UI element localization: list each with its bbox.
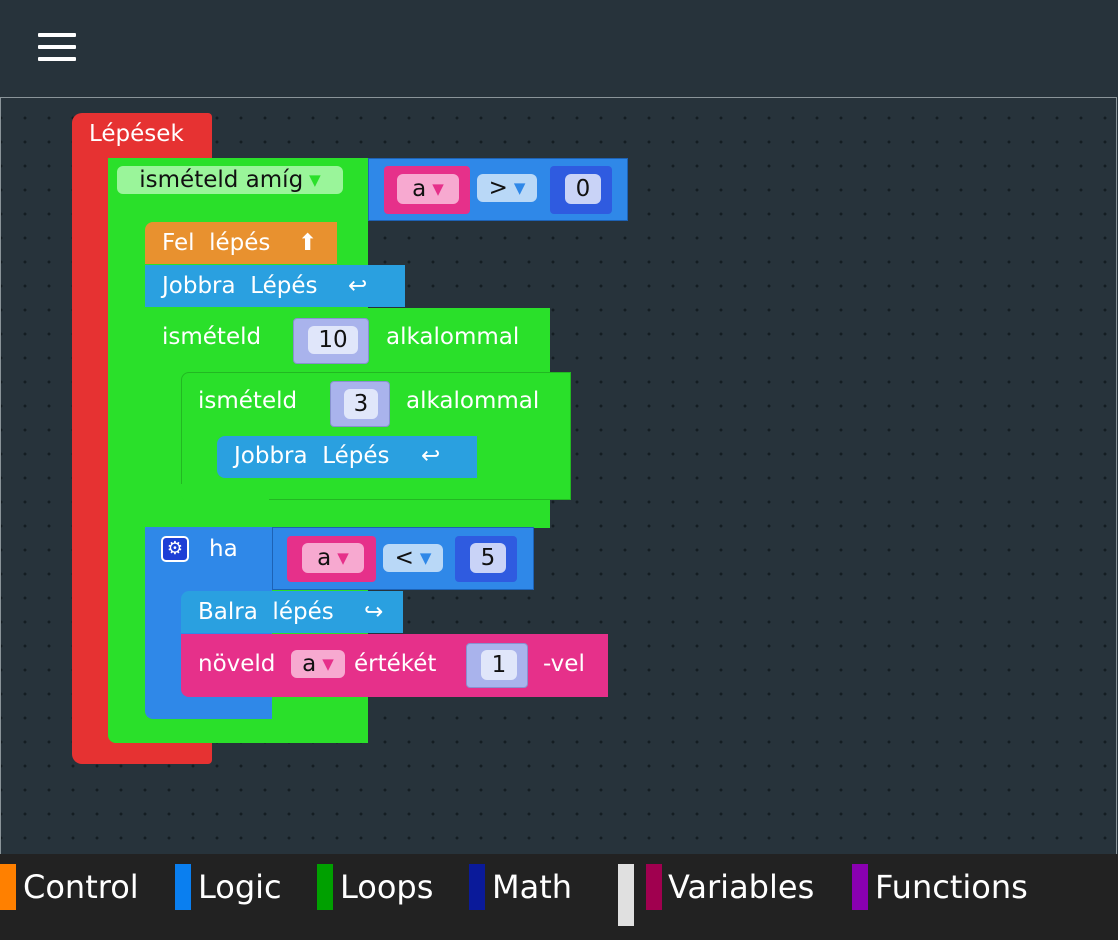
dropdown-arrow-icon: ▼ — [513, 178, 526, 197]
variable-name: a — [302, 650, 317, 677]
left-step-label: Balra lépés — [198, 599, 334, 625]
repeat-10-label-before: ismételd — [162, 324, 262, 350]
legend-variables-label: Variables — [668, 868, 815, 906]
top-bar — [0, 0, 1118, 97]
forward-arrow-icon: ↪ — [364, 599, 384, 625]
variable-name: a — [412, 175, 427, 202]
operator-symbol: > — [488, 174, 508, 201]
variable-a-dropdown-while[interactable]: a ▼ — [397, 174, 459, 204]
right-step-label-2: Jobbra Lépés — [234, 443, 390, 469]
number-field-3[interactable]: 3 — [344, 389, 378, 419]
number-field-10[interactable]: 10 — [308, 326, 358, 354]
operator-symbol: < — [394, 544, 414, 571]
legend-logic-label: Logic — [198, 868, 282, 906]
dropdown-arrow-icon: ▼ — [432, 179, 444, 198]
dropdown-arrow-icon: ▼ — [309, 170, 321, 189]
number-field-while[interactable]: 0 — [565, 174, 601, 204]
up-step-label: Fel lépés — [162, 230, 271, 256]
math-swatch — [469, 864, 485, 910]
operator-dropdown-if[interactable]: < ▼ — [383, 544, 443, 572]
increment-label-middle: értékét — [354, 651, 437, 677]
repeat-3-label-after: alkalommal — [406, 388, 540, 414]
return-arrow-icon: ↩ — [421, 443, 441, 469]
repeat-10-label-after: alkalommal — [386, 324, 520, 350]
gear-icon[interactable]: ⚙ — [161, 536, 189, 562]
hamburger-menu-icon[interactable] — [38, 33, 78, 63]
dropdown-arrow-icon: ▼ — [419, 548, 432, 567]
category-legend: Control Logic Loops Math Variables Funct… — [0, 854, 1118, 940]
right-step-label-1: Jobbra Lépés — [162, 273, 318, 299]
increment-label-before: növeld — [198, 651, 276, 677]
repeat-while-footer — [108, 722, 367, 743]
increment-variable-dropdown[interactable]: a ▼ — [291, 650, 345, 678]
number-value: 0 — [575, 175, 591, 202]
steps-event-label: Lépések — [89, 121, 184, 147]
repeat-count: 10 — [318, 326, 348, 353]
dropdown-arrow-icon: ▼ — [337, 548, 349, 567]
variable-a-dropdown-if[interactable]: a ▼ — [302, 543, 364, 573]
logic-swatch — [175, 864, 191, 910]
up-arrow-icon: ⬆ — [298, 230, 318, 256]
repeat-3-footer — [181, 484, 269, 502]
dropdown-arrow-icon: ▼ — [322, 654, 334, 673]
number-field-if[interactable]: 5 — [470, 543, 506, 573]
repeat-3-label-before: ismételd — [198, 388, 298, 414]
number-value: 5 — [480, 544, 496, 571]
blank-swatch — [618, 864, 634, 926]
if-label: ha — [209, 536, 238, 562]
variables-swatch — [646, 864, 662, 910]
functions-swatch — [852, 864, 868, 910]
legend-control-label: Control — [23, 868, 139, 906]
increment-label-after: -vel — [543, 651, 585, 677]
repeat-while-mode-dropdown[interactable]: ismételd amíg ▼ — [117, 166, 343, 194]
legend-functions-label: Functions — [875, 868, 1028, 906]
number-field-increment[interactable]: 1 — [481, 650, 517, 680]
control-swatch — [0, 864, 16, 910]
legend-math-label: Math — [492, 868, 573, 906]
repeat-10-footer — [145, 508, 232, 528]
number-value: 1 — [491, 651, 507, 678]
loops-swatch — [317, 864, 333, 910]
repeat-while-label: ismételd amíg — [139, 166, 304, 193]
operator-dropdown-while[interactable]: > ▼ — [477, 174, 537, 202]
variable-name: a — [317, 544, 332, 571]
legend-loops-label: Loops — [340, 868, 434, 906]
return-arrow-icon: ↩ — [348, 273, 368, 299]
repeat-count: 3 — [353, 390, 369, 417]
